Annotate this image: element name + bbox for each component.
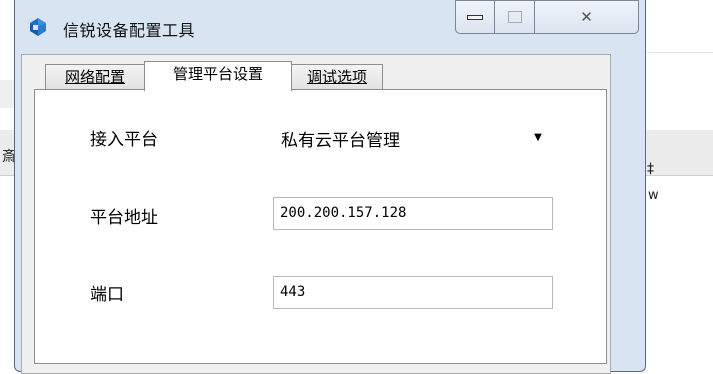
maximize-button[interactable]	[495, 0, 535, 34]
app-logo-icon	[30, 18, 46, 36]
window-title: 信锐设备配置工具	[63, 21, 196, 40]
platform-select[interactable]: 私有云平台管理	[281, 126, 400, 151]
address-input[interactable]: 200.200.157.128	[273, 197, 553, 230]
title-bar[interactable]: 信锐设备配置工具 ✕	[15, 0, 645, 54]
tab-management-platform[interactable]: 管理平台设置	[144, 61, 292, 91]
maximize-icon	[507, 11, 522, 23]
minimize-button[interactable]	[455, 0, 495, 34]
background-right-text-2: w	[648, 188, 659, 203]
port-label: 端口	[90, 285, 124, 305]
background-right-line	[645, 52, 713, 53]
background-right-text: ‡	[647, 161, 654, 177]
close-icon: ✕	[580, 8, 593, 26]
address-label: 平台地址	[90, 208, 158, 228]
chevron-down-icon[interactable]: ▼	[523, 123, 553, 151]
minimize-icon	[467, 14, 483, 20]
tab-debug-options[interactable]: 调试选项	[291, 64, 383, 90]
platform-label: 接入平台	[90, 130, 158, 150]
port-input[interactable]: 443	[273, 276, 553, 309]
close-button[interactable]: ✕	[535, 0, 639, 34]
tab-network-config[interactable]: 网络配置	[45, 64, 145, 90]
